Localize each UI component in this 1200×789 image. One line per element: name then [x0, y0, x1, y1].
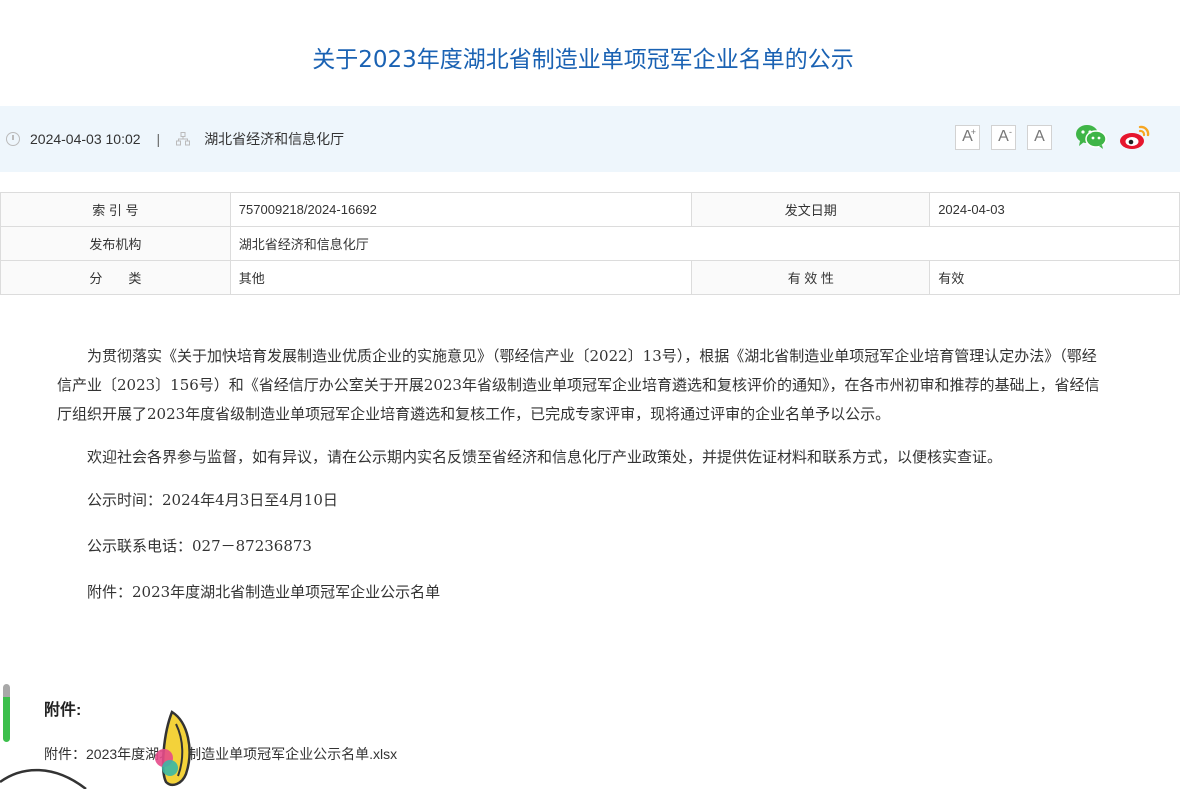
meta-info: 2024-04-03 10:02 | 湖北省经济和信息化厅 — [6, 106, 344, 172]
meta-separator: | — [156, 131, 161, 147]
index-value: 757009218/2024-16692 — [229, 192, 693, 227]
table-row: 发布机构 湖北省经济和信息化厅 — [0, 226, 1181, 261]
font-increase-mark: + — [970, 126, 976, 137]
index-label: 索 引 号 — [0, 192, 231, 227]
date-label: 发文日期 — [691, 192, 931, 227]
font-decrease-mark: - — [1009, 126, 1012, 137]
clock-icon — [6, 132, 20, 146]
attachment-note: 附件：2023年度湖北省制造业单项冠军企业公示名单 — [87, 583, 441, 601]
meta-bar: 2024-04-03 10:02 | 湖北省经济和信息化厅 A + A- A — [0, 106, 1180, 172]
font-default-label: A — [1034, 128, 1045, 145]
body-paragraph: 为贯彻落实《关于加快培育发展制造业优质企业的实施意见》（鄂经信产业〔2022〕1… — [57, 347, 1100, 423]
category-label: 分 类 — [0, 260, 231, 295]
publish-date: 2024-04-03 10:02 — [30, 131, 141, 147]
table-row: 分 类 其他 有 效 性 有效 — [0, 260, 1180, 295]
contact-phone: 公示联系电话：027－87236873 — [87, 537, 312, 555]
scrollbar[interactable] — [3, 684, 10, 742]
date-value: 2024-04-03 — [929, 192, 1180, 227]
wechat-icon[interactable] — [1075, 124, 1107, 150]
weibo-icon[interactable] — [1119, 124, 1151, 150]
toolbar: A + A- A — [955, 124, 1151, 150]
page-title: 关于2023年度湖北省制造业单项冠军企业名单的公示 — [312, 47, 854, 73]
validity-value: 有效 — [929, 260, 1180, 295]
font-default-button[interactable]: A — [1027, 124, 1052, 150]
font-decrease-button[interactable]: A- — [991, 124, 1016, 150]
publish-source: 湖北省经济和信息化厅 — [204, 131, 345, 147]
validity-label: 有 效 性 — [691, 260, 931, 295]
publicity-period: 公示时间：2024年4月3日至4月10日 — [87, 491, 338, 509]
attachment-file-link[interactable]: 附件：2023年度湖北省制造业单项冠军企业公示名单.xlsx — [44, 744, 397, 764]
table-row: 索 引 号 757009218/2024-16692 发文日期 2024-04-… — [0, 192, 1180, 227]
decorative-sticker — [155, 710, 191, 786]
decorative-curve — [0, 768, 87, 789]
attachments-heading: 附件: — [44, 702, 82, 719]
category-value: 其他 — [229, 260, 693, 295]
font-increase-button[interactable]: A + — [955, 124, 980, 150]
article-body: 为贯彻落实《关于加快培育发展制造业优质企业的实施意见》（鄂经信产业〔2022〕1… — [57, 342, 1107, 624]
publisher-value: 湖北省经济和信息化厅 — [229, 226, 1181, 261]
body-paragraph: 欢迎社会各界参与监督，如有异议，请在公示期内实名反馈至省经济和信息化厅产业政策处… — [87, 448, 1003, 466]
font-decrease-label: A — [998, 128, 1009, 145]
document-info-table: 索 引 号 757009218/2024-16692 发文日期 2024-04-… — [0, 192, 1181, 295]
publisher-label: 发布机构 — [0, 226, 231, 261]
organization-icon — [176, 132, 191, 146]
